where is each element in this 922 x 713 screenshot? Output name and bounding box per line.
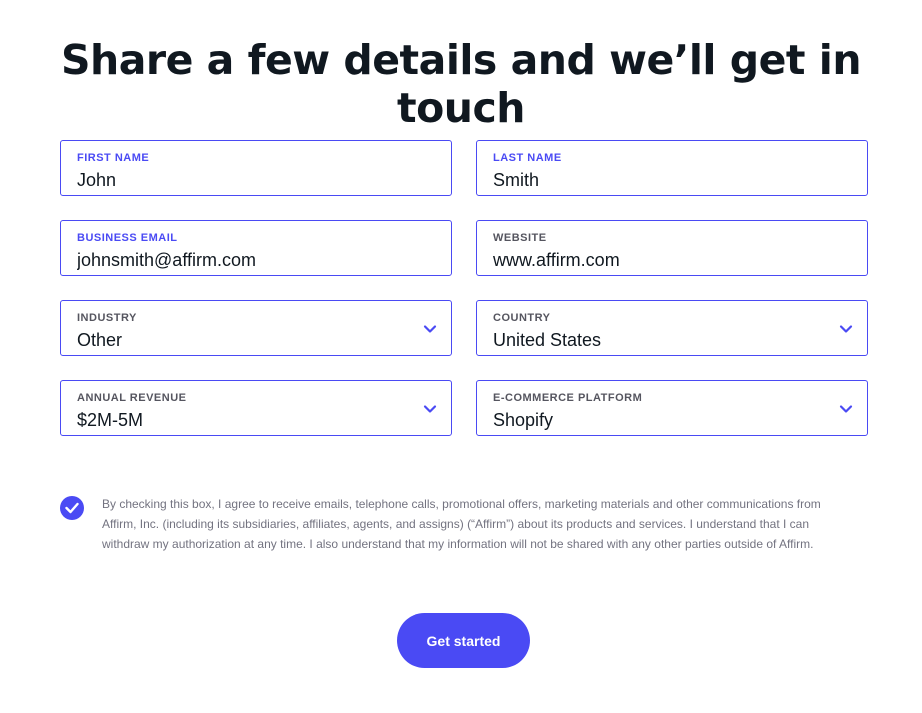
last-name-label: LAST NAME xyxy=(493,152,562,164)
checkmark-icon xyxy=(65,502,79,514)
website-value[interactable]: www.affirm.com xyxy=(493,250,827,271)
annual-revenue-select[interactable]: ANNUAL REVENUE $2M-5M xyxy=(60,380,452,436)
last-name-value[interactable]: Smith xyxy=(493,170,827,191)
website-label: WEBSITE xyxy=(493,232,547,244)
chevron-down-icon[interactable] xyxy=(423,322,437,336)
ecommerce-platform-select[interactable]: E-COMMERCE PLATFORM Shopify xyxy=(476,380,868,436)
industry-label: INDUSTRY xyxy=(77,312,137,324)
annual-revenue-label: ANNUAL REVENUE xyxy=(77,392,187,404)
first-name-label: FIRST NAME xyxy=(77,152,150,164)
business-email-label: BUSINESS EMAIL xyxy=(77,232,178,244)
chevron-down-icon[interactable] xyxy=(423,402,437,416)
business-email-field[interactable]: BUSINESS EMAIL johnsmith@affirm.com xyxy=(60,220,452,276)
consent-checkbox[interactable] xyxy=(60,496,84,520)
first-name-value[interactable]: John xyxy=(77,170,411,191)
chevron-down-icon[interactable] xyxy=(839,322,853,336)
annual-revenue-value: $2M-5M xyxy=(77,410,144,430)
get-started-button[interactable]: Get started xyxy=(397,613,530,668)
website-field[interactable]: WEBSITE www.affirm.com xyxy=(476,220,868,276)
business-email-value[interactable]: johnsmith@affirm.com xyxy=(77,250,411,271)
country-select[interactable]: COUNTRY United States xyxy=(476,300,868,356)
last-name-field[interactable]: LAST NAME Smith xyxy=(476,140,868,196)
industry-select[interactable]: INDUSTRY Other xyxy=(60,300,452,356)
page-title: Share a few details and we’ll get in tou… xyxy=(60,36,862,132)
ecommerce-platform-label: E-COMMERCE PLATFORM xyxy=(493,392,643,404)
consent-text: By checking this box, I agree to receive… xyxy=(102,497,821,551)
ecommerce-platform-value: Shopify xyxy=(493,410,554,430)
first-name-field[interactable]: FIRST NAME John xyxy=(60,140,452,196)
chevron-down-icon[interactable] xyxy=(839,402,853,416)
industry-value: Other xyxy=(77,330,123,350)
country-value: United States xyxy=(493,330,602,350)
country-label: COUNTRY xyxy=(493,312,551,324)
